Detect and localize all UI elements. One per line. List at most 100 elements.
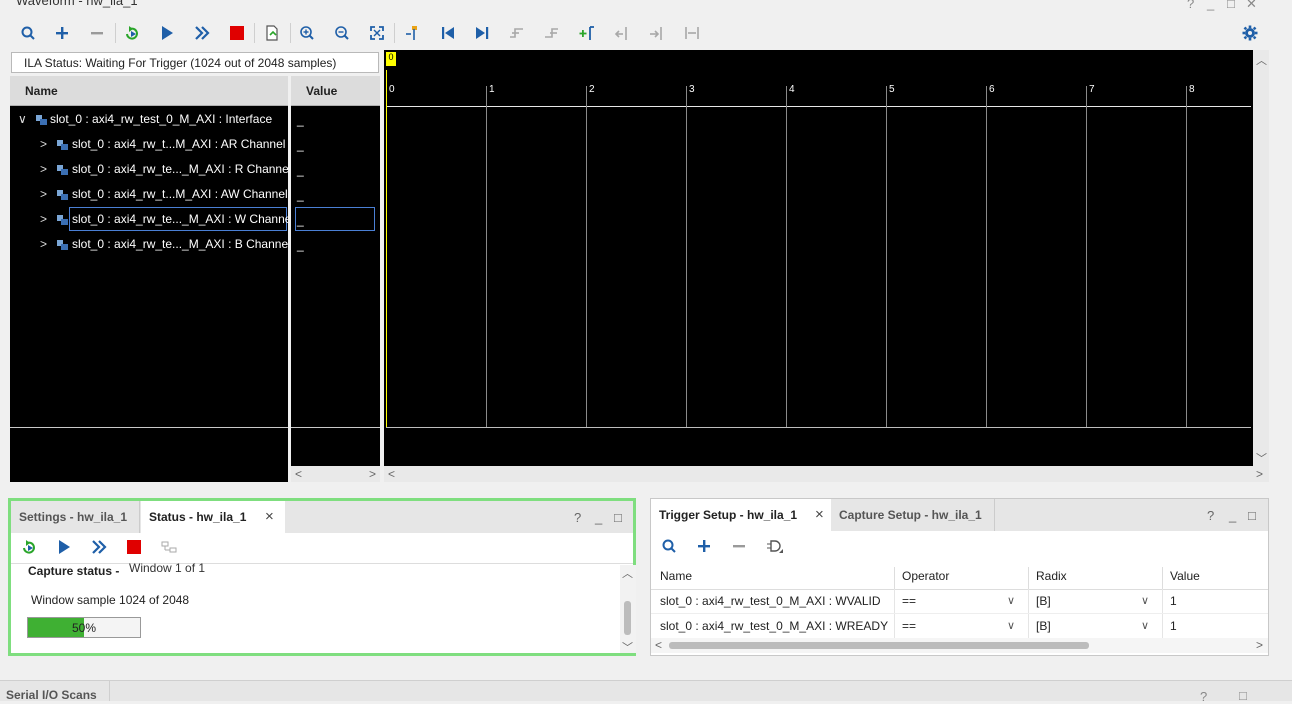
go-to-time-zero-icon[interactable] <box>438 23 458 43</box>
waveform-vertical-scrollbar[interactable]: ︿ ﹀ <box>1253 50 1269 466</box>
remove-icon[interactable] <box>87 23 107 43</box>
swap-cursors-icon[interactable] <box>682 23 702 43</box>
signal-row-aw-channel[interactable]: > slot_0 : axi4_rw_t...M_AXI : AW Channe… <box>14 184 288 206</box>
probe-name-cell[interactable]: slot_0 : axi4_rw_test_0_M_AXI : WVALID <box>653 589 895 613</box>
status-vertical-scrollbar[interactable]: ︿ ﹀ <box>620 565 636 655</box>
run-trigger-button[interactable] <box>56 539 72 558</box>
help-icon[interactable]: ? <box>1200 689 1207 704</box>
add-marker-icon[interactable] <box>577 23 597 43</box>
column-header-operator[interactable]: Operator <box>895 567 1029 589</box>
minimize-icon[interactable]: _ <box>1229 508 1236 523</box>
chevron-down-icon[interactable]: ∨ <box>1141 619 1149 632</box>
signal-row-b-channel[interactable]: > slot_0 : axi4_rw_te..._M_AXI : B Chann… <box>14 234 288 256</box>
stop-icon[interactable] <box>227 23 247 43</box>
scroll-right-icon[interactable]: > <box>1256 467 1263 481</box>
help-icon[interactable]: ? <box>1207 508 1214 523</box>
tab-close-icon[interactable]: × <box>815 506 824 523</box>
expand-icon[interactable]: > <box>40 237 47 251</box>
settings-icon[interactable] <box>1240 23 1260 43</box>
maximize-icon[interactable]: □ <box>1248 508 1256 523</box>
column-header-name[interactable]: Name <box>653 567 895 589</box>
scroll-up-icon[interactable]: ︿ <box>1256 52 1267 68</box>
next-marker-icon[interactable] <box>647 23 667 43</box>
signal-row-interface[interactable]: ∨ slot_0 : axi4_rw_test_0_M_AXI : Interf… <box>14 109 288 131</box>
operator-select[interactable]: == ∨ <box>895 614 1029 638</box>
signal-row-r-channel[interactable]: > slot_0 : axi4_rw_te..._M_AXI : R Chann… <box>14 159 288 181</box>
scroll-thumb[interactable] <box>624 601 631 635</box>
auto-retrigger-icon[interactable] <box>192 23 212 43</box>
tab-serial-io-scans[interactable]: Serial I/O Scans <box>6 688 97 702</box>
scroll-right-icon[interactable]: > <box>1256 638 1263 652</box>
waveform-canvas[interactable]: 0 0 1 2 3 4 5 6 7 8 <box>384 50 1253 466</box>
value-horizontal-scrollbar[interactable]: < > <box>291 466 380 482</box>
remove-probe-icon[interactable] <box>731 538 747 557</box>
expand-icon[interactable]: > <box>40 187 47 201</box>
trigger-horizontal-scrollbar[interactable]: < > <box>651 638 1268 653</box>
close-icon[interactable]: ✕ <box>1246 0 1257 12</box>
auto-retrigger-button[interactable] <box>91 539 107 558</box>
minimize-icon[interactable]: _ <box>1207 0 1214 11</box>
scroll-left-icon[interactable]: < <box>295 467 302 481</box>
export-icon[interactable] <box>262 23 282 43</box>
probe-name-cell[interactable]: slot_0 : axi4_rw_test_0_M_AXI : WREADY <box>653 614 895 638</box>
add-probe-icon[interactable] <box>696 538 712 557</box>
search-icon[interactable] <box>661 538 677 557</box>
signal-row-w-channel[interactable]: > slot_0 : axi4_rw_te..._M_AXI : W Chann… <box>14 209 288 231</box>
probe-value-cell[interactable]: 1 <box>1163 614 1267 638</box>
minimize-icon[interactable]: _ <box>595 510 602 525</box>
help-icon[interactable]: ? <box>1187 0 1194 11</box>
tab-trigger-setup[interactable]: Trigger Setup - hw_ila_1 × <box>651 499 831 531</box>
maximize-icon[interactable]: □ <box>1227 0 1235 11</box>
column-header-radix[interactable]: Radix <box>1029 567 1163 589</box>
scroll-thumb[interactable] <box>669 642 1089 649</box>
tab-close-icon[interactable]: × <box>265 508 274 525</box>
scroll-right-icon[interactable]: > <box>369 467 376 481</box>
signal-label: slot_0 : axi4_rw_t...M_AXI : AR Channel <box>72 137 286 151</box>
selected-value-outline <box>295 207 375 231</box>
maximize-icon[interactable]: □ <box>614 510 622 525</box>
radix-select[interactable]: [B] ∨ <box>1029 589 1163 613</box>
run-trigger-immediate-button[interactable] <box>21 539 37 558</box>
radix-select[interactable]: [B] ∨ <box>1029 614 1163 638</box>
next-transition-icon[interactable] <box>542 23 562 43</box>
zoom-out-icon[interactable] <box>332 23 352 43</box>
operator-select[interactable]: == ∨ <box>895 589 1029 613</box>
value-column-header[interactable]: Value <box>291 76 380 106</box>
go-to-cursor-icon[interactable] <box>402 23 422 43</box>
scroll-left-icon[interactable]: < <box>388 467 395 481</box>
help-icon[interactable]: ? <box>574 510 581 525</box>
scroll-down-icon[interactable]: ﹀ <box>1256 450 1267 466</box>
go-to-last-time-icon[interactable] <box>472 23 492 43</box>
run-trigger-immediate-icon[interactable] <box>122 23 142 43</box>
collapse-icon[interactable]: ∨ <box>18 112 27 126</box>
zoom-in-icon[interactable] <box>297 23 317 43</box>
signal-row-ar-channel[interactable]: > slot_0 : axi4_rw_t...M_AXI : AR Channe… <box>14 134 288 156</box>
previous-transition-icon[interactable] <box>507 23 527 43</box>
run-trigger-icon[interactable] <box>157 23 177 43</box>
tab-settings[interactable]: Settings - hw_ila_1 <box>11 501 140 533</box>
zoom-fit-icon[interactable] <box>367 23 387 43</box>
name-column-header[interactable]: Name <box>10 76 288 106</box>
search-icon[interactable] <box>18 23 38 43</box>
scroll-down-icon[interactable]: ﹀ <box>622 639 633 655</box>
scroll-up-icon[interactable]: ︿ <box>622 565 633 581</box>
column-header-value[interactable]: Value <box>1163 567 1267 589</box>
expand-icon[interactable]: > <box>40 162 47 176</box>
trigger-condition-icon[interactable] <box>766 538 784 557</box>
add-icon[interactable] <box>52 23 72 43</box>
signal-value: _ <box>297 188 304 202</box>
waveform-horizontal-scrollbar[interactable]: < > <box>384 466 1269 482</box>
export-capture-button[interactable] <box>161 539 177 558</box>
time-cursor-marker[interactable]: 0 <box>386 52 396 66</box>
expand-icon[interactable]: > <box>40 137 47 151</box>
scroll-left-icon[interactable]: < <box>655 638 662 652</box>
previous-marker-icon[interactable] <box>612 23 632 43</box>
tab-status[interactable]: Status - hw_ila_1 × <box>141 501 285 533</box>
stop-button[interactable] <box>126 539 142 558</box>
probe-value-cell[interactable]: 1 <box>1163 589 1267 613</box>
chevron-down-icon[interactable]: ∨ <box>1007 594 1015 607</box>
tab-capture-setup[interactable]: Capture Setup - hw_ila_1 <box>831 499 995 531</box>
expand-icon[interactable]: > <box>40 212 47 226</box>
chevron-down-icon[interactable]: ∨ <box>1007 619 1015 632</box>
chevron-down-icon[interactable]: ∨ <box>1141 594 1149 607</box>
